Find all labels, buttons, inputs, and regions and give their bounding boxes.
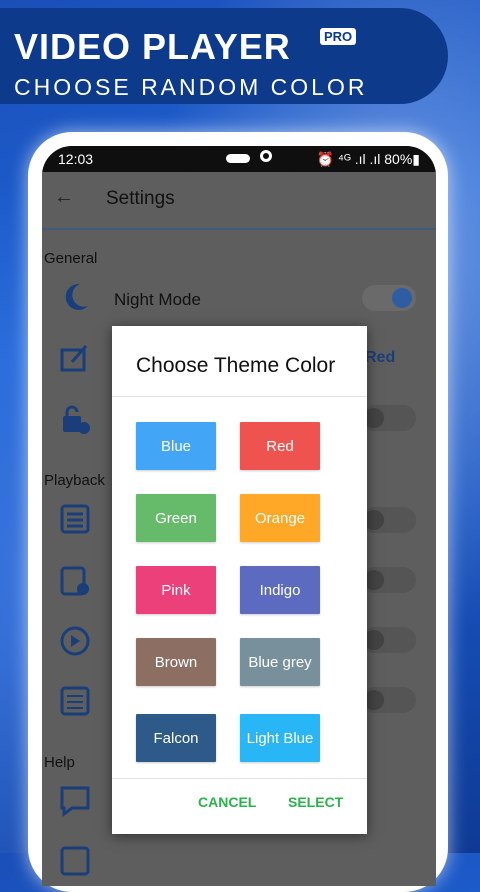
section-general: General xyxy=(44,250,98,267)
lock-icon xyxy=(63,405,90,434)
dialog-divider-top xyxy=(112,396,367,397)
feedback-icon xyxy=(60,846,90,876)
section-help: Help xyxy=(44,754,75,771)
select-button[interactable]: SELECT xyxy=(288,794,343,810)
autoplay-icon xyxy=(60,626,90,656)
cancel-button[interactable]: CANCEL xyxy=(198,794,256,810)
color-falcon-button[interactable]: Falcon xyxy=(136,714,216,762)
theme-edit-icon xyxy=(60,345,88,372)
promo-subtitle: CHOOSE RANDOM COLOR xyxy=(14,74,368,100)
playback-toggle-1[interactable] xyxy=(362,507,416,533)
playback-toggle-3[interactable] xyxy=(362,627,416,653)
page-title: Settings xyxy=(106,188,175,209)
speaker-icon xyxy=(226,154,250,163)
section-playback: Playback xyxy=(44,472,105,489)
lock-toggle[interactable] xyxy=(362,405,416,431)
color-green-button[interactable]: Green xyxy=(136,494,216,542)
resume-icon xyxy=(60,566,89,596)
back-arrow-icon[interactable]: ← xyxy=(54,186,74,209)
theme-color-value: Red xyxy=(365,349,396,366)
promo-title: VIDEO PLAYER xyxy=(14,26,291,67)
color-light-blue-button[interactable]: Light Blue xyxy=(240,714,320,762)
color-brown-button[interactable]: Brown xyxy=(136,638,216,686)
playlist-icon xyxy=(60,504,90,534)
color-indigo-button[interactable]: Indigo xyxy=(240,566,320,614)
playback-toggle-4[interactable] xyxy=(362,687,416,713)
camera-icon xyxy=(260,150,272,162)
color-blue-grey-button[interactable]: Blue grey xyxy=(240,638,320,686)
toggle-knob xyxy=(392,288,412,308)
promo-pro-badge: PRO xyxy=(320,28,357,45)
color-blue-button[interactable]: Blue xyxy=(136,422,216,470)
status-indicators: ⏰ ⁴ᴳ .ıl .ıl 80%▮ xyxy=(316,151,420,167)
dialog-title: Choose Theme Color xyxy=(136,354,336,377)
dialog-divider-bottom xyxy=(112,778,367,779)
color-orange-button[interactable]: Orange xyxy=(240,494,320,542)
faq-icon xyxy=(60,786,90,817)
color-red-button[interactable]: Red xyxy=(240,422,320,470)
night-mode-label: Night Mode xyxy=(114,290,201,309)
moon-icon xyxy=(65,283,88,310)
app-bar: ← Settings xyxy=(42,172,436,230)
night-mode-toggle[interactable] xyxy=(362,285,416,311)
color-pink-button[interactable]: Pink xyxy=(136,566,216,614)
playback-toggle-2[interactable] xyxy=(362,567,416,593)
promo-banner: VIDEO PLAYER PRO CHOOSE RANDOM COLOR xyxy=(0,8,448,104)
theme-color-dialog: Choose Theme Color Blue Red Green Orange… xyxy=(112,326,367,834)
list-settings-icon xyxy=(60,686,90,716)
status-time: 12:03 xyxy=(58,151,94,167)
